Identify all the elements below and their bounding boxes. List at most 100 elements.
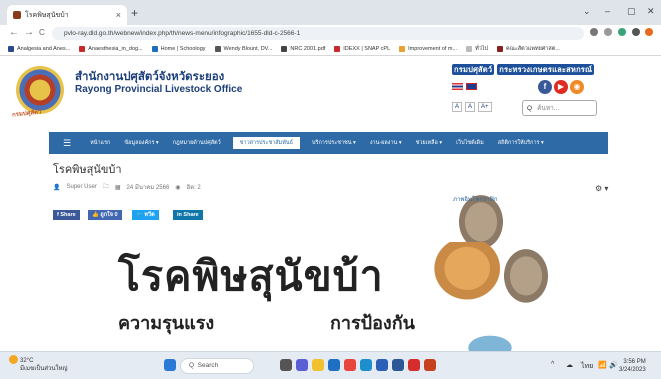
bookmark-item[interactable]: คณะสัตวแพทยศาสต... [497, 45, 560, 53]
bookmarks-bar: Analgesia and Anes... Anaesthesia_in_dog.… [0, 42, 661, 56]
bookmark-star-icon[interactable] [604, 28, 612, 36]
onedrive-icon[interactable]: ☁ [566, 361, 573, 369]
browser-tab[interactable]: โรคพิษสุนัขบ้า × [7, 5, 127, 25]
taskbar-search-icon: Q [189, 362, 198, 369]
youtube-icon[interactable]: ▶ [554, 80, 568, 94]
extension-icon[interactable] [618, 28, 626, 36]
infographic-banner: โรคพิษสุนัขบ้า ความรุนแรง การป้องกัน [98, 236, 568, 351]
share-icon[interactable] [590, 28, 598, 36]
calendar-icon: ▦ [114, 184, 121, 191]
logo-caption: กรมปศุสัตว์ [11, 109, 42, 119]
volume-icon[interactable]: 🔊 [609, 361, 618, 369]
profile-avatar[interactable] [645, 28, 653, 36]
article-meta: 👤 Super User 🗀 ภาพอินโฟกราฟิก ▦ 24 มีนาค… [53, 182, 509, 256]
url-bar[interactable]: pvlo-ray.dld.go.th/webnew/index.php/th/n… [52, 27, 584, 40]
store-icon[interactable] [376, 359, 388, 371]
task-view-icon[interactable] [280, 359, 292, 371]
bookmark-favicon-icon [497, 45, 504, 52]
file-explorer-icon[interactable] [312, 359, 324, 371]
bookmark-label: ทั่วไป [475, 45, 489, 52]
pdf-icon[interactable] [408, 359, 420, 371]
author-icon: 👤 [53, 184, 61, 191]
chrome-icon[interactable] [344, 359, 356, 371]
infographic-severity-heading: ความรุนแรง [118, 313, 215, 333]
search-placeholder: ค้นหา... [537, 105, 560, 112]
share-button[interactable]: in Share [173, 210, 203, 220]
share-button[interactable]: 👍 ถูกใจ 0 [88, 210, 122, 220]
bookmark-item[interactable]: NRC 2001.pdf [281, 45, 325, 52]
powerpoint-icon[interactable] [424, 359, 436, 371]
edge-icon[interactable] [360, 359, 372, 371]
mail-icon[interactable] [328, 359, 340, 371]
bookmark-label: IDEXX | SNAP cPL [343, 45, 391, 52]
clock-time: 3:56 PM [623, 359, 646, 365]
tab-close-icon[interactable]: × [116, 10, 121, 20]
article-tools-gear-icon[interactable]: ⚙ ▾ [595, 184, 608, 193]
thai-flag-icon[interactable] [452, 83, 463, 90]
reload-button[interactable]: C [39, 28, 45, 37]
vet-image [460, 331, 520, 351]
wifi-icon[interactable]: 📶 [598, 361, 607, 369]
nav-item[interactable]: สถิติการให้บริการ ▾ [491, 132, 551, 154]
header-top-links: กรมปศุสัตว์ กระทรวงเกษตรและสหกรณ์ [452, 64, 597, 76]
share-button[interactable]: 🐦 ทวีต [132, 210, 159, 220]
taskbar-search[interactable]: Q Search [180, 358, 254, 374]
weather-widget[interactable]: 32°C มีเมฆเป็นส่วนใหญ่ [20, 357, 68, 373]
site-search-input[interactable]: Q ค้นหา... [522, 100, 597, 116]
search-icon: Q [527, 104, 533, 112]
tab-title: โรคพิษสุนัขบ้า [25, 11, 69, 19]
nav-item[interactable]: กฎหมายด้านปศุสัตว์ [166, 132, 228, 154]
bookmark-favicon-icon [8, 45, 14, 52]
bookmark-label: Improvement of m... [408, 45, 458, 52]
start-icon[interactable] [164, 359, 176, 371]
article-views: ฮิต: 2 [186, 185, 201, 191]
close-window-button[interactable]: ✕ [647, 6, 655, 17]
word-icon[interactable] [392, 359, 404, 371]
font-size-small[interactable]: A [452, 102, 463, 112]
address-toolbar: ← → C pvlo-ray.dld.go.th/webnew/index.ph… [0, 25, 661, 42]
bookmark-item[interactable]: Home | Schoology [151, 45, 206, 52]
forward-button[interactable]: → [24, 27, 34, 38]
nav-item[interactable]: ข่าวสารประชาสัมพันธ์ [231, 136, 301, 150]
new-tab-button[interactable]: + [131, 6, 138, 20]
bookmark-item[interactable]: IDEXX | SNAP cPL [334, 45, 391, 52]
site-favicon-icon [13, 11, 21, 19]
nav-item[interactable]: ช่วยเหลือ ▾ [409, 132, 450, 154]
windows-taskbar: 32°C มีเมฆเป็นส่วนใหญ่ Q Search ^ ☁ ไทย 📶 🔊 … [0, 351, 661, 379]
nav-item[interactable]: ข้อมูลองค์กร ▾ [117, 132, 165, 154]
bookmark-favicon-icon [281, 45, 288, 52]
share-button[interactable]: f Share [53, 210, 80, 220]
tray-overflow-icon[interactable]: ^ [551, 361, 554, 368]
bookmark-label: Anaesthesia_in_dog... [88, 45, 143, 52]
bookmark-item[interactable]: Anaesthesia_in_dog... [79, 45, 143, 52]
extensions-puzzle-icon[interactable] [632, 28, 640, 36]
taskbar-search-label: Search [197, 362, 219, 369]
ministry-link[interactable]: กระทรวงเกษตรและสหกรณ์ [497, 64, 595, 75]
maximize-button[interactable]: ▢ [627, 6, 636, 17]
back-button[interactable]: ← [9, 27, 19, 38]
rss-icon[interactable]: ◉ [570, 80, 584, 94]
nav-item[interactable]: เว็บไซต์เดิม [449, 132, 491, 154]
menu-toggle-icon[interactable]: ☰ [49, 132, 83, 154]
folder-icon: 🗀 [102, 184, 109, 190]
tab-search-icon[interactable]: ⌄ [583, 6, 591, 17]
system-clock[interactable]: 3:56 PM 3/24/2023 [619, 358, 646, 374]
clock-date: 3/24/2023 [619, 367, 646, 373]
facebook-icon[interactable]: f [538, 80, 552, 94]
infographic-prevention-heading: การป้องกัน [330, 313, 415, 333]
uk-flag-icon[interactable] [466, 83, 477, 90]
bookmark-item[interactable]: Wendy Blount, DV... [214, 45, 272, 52]
nav-item[interactable]: บริการประชาชน ▾ [305, 132, 363, 154]
minimize-button[interactable]: – [605, 6, 610, 16]
chat-icon[interactable] [296, 359, 308, 371]
bookmark-item[interactable]: Analgesia and Anes... [8, 45, 70, 52]
bookmark-favicon-icon [399, 45, 406, 52]
nav-item[interactable]: หน้าแรก [83, 132, 117, 154]
font-size-large[interactable]: A+ [478, 102, 492, 112]
font-size-normal[interactable]: A [465, 102, 476, 112]
bookmark-item[interactable]: Improvement of m... [399, 45, 458, 52]
bookmark-item[interactable]: ทั่วไป [466, 45, 488, 53]
dld-link[interactable]: กรมปศุสัตว์ [452, 64, 495, 75]
nav-item[interactable]: งาน-ผลงาน ▾ [363, 132, 409, 154]
language-indicator[interactable]: ไทย [581, 361, 593, 372]
